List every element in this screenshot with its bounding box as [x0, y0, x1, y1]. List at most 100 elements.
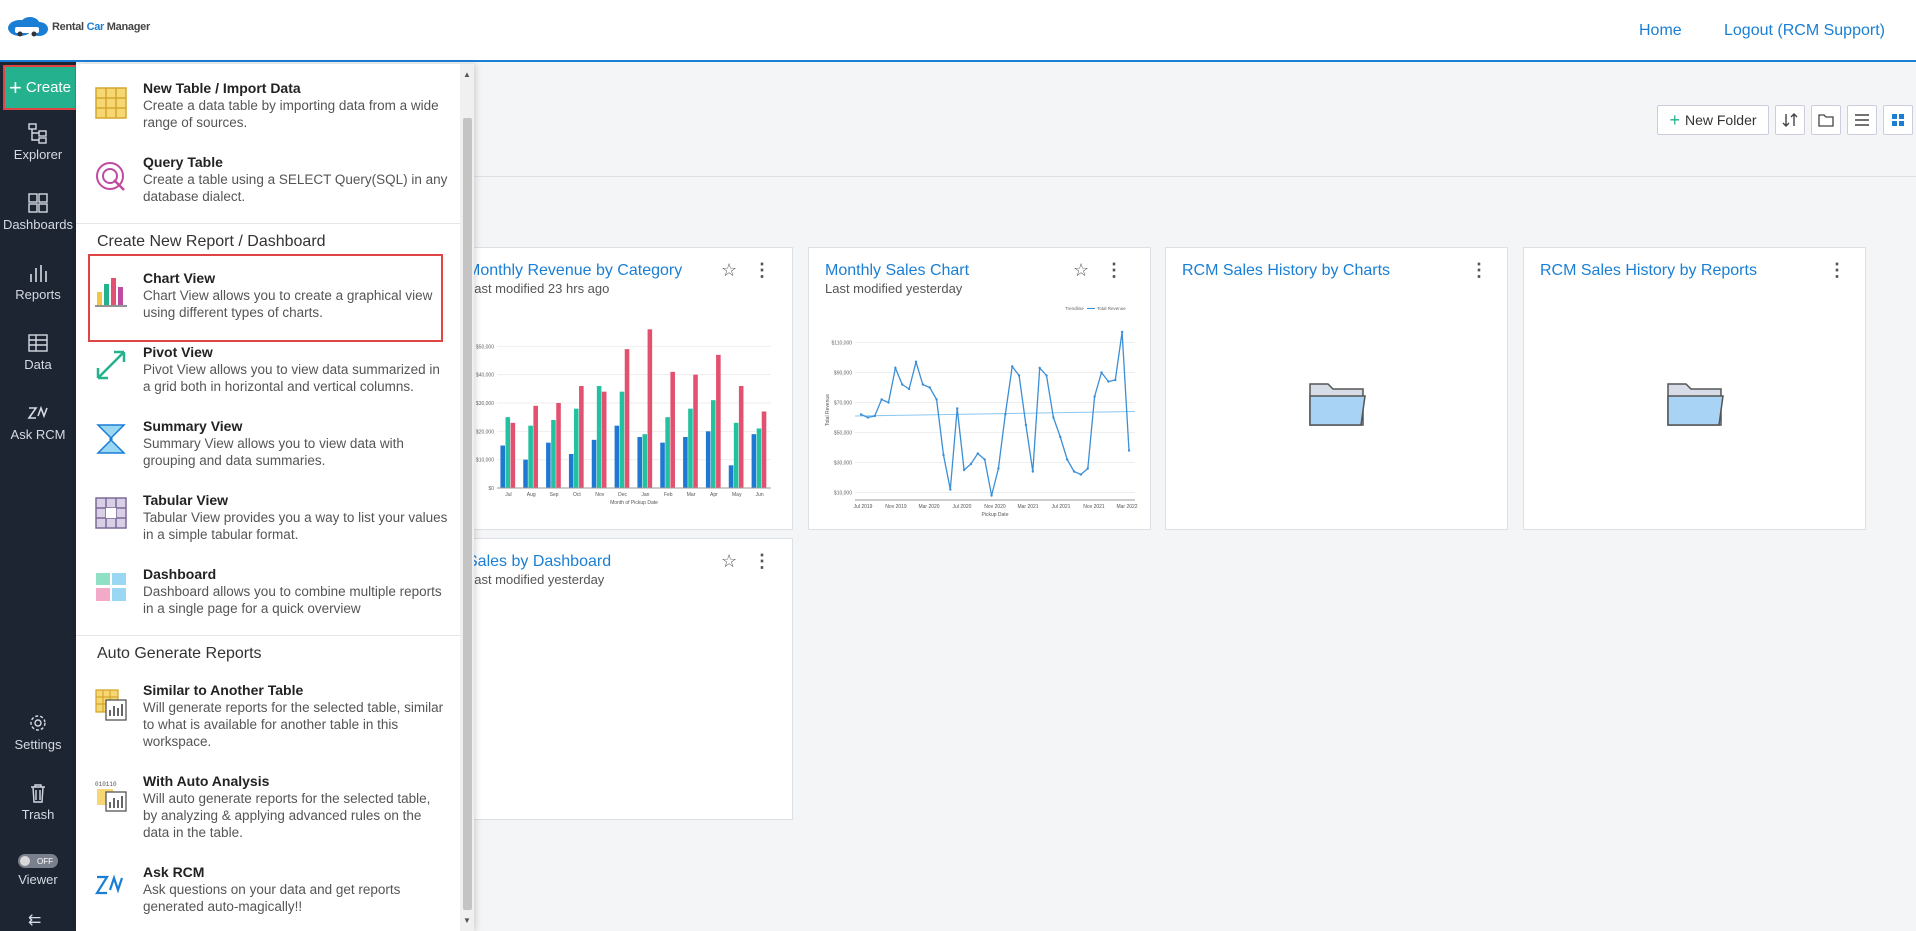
bar: [614, 425, 620, 488]
menu-item-dashboard[interactable]: Dashboard Dashboard allows you to combine…: [76, 566, 460, 626]
sidebar-item-reports[interactable]: Reports: [0, 262, 76, 302]
data-point: [1031, 470, 1034, 473]
folder-view-button[interactable]: [1811, 105, 1841, 135]
data-point: [859, 413, 863, 416]
menu-item-tabular-view[interactable]: Tabular View Tabular View provides you a …: [76, 492, 460, 552]
data-point: [956, 407, 959, 410]
data-point: [983, 458, 986, 461]
dashboard-card[interactable]: Sales by Dashboard Last modified yesterd…: [450, 538, 793, 820]
sidebar-item-data[interactable]: Data: [0, 332, 76, 372]
main-toolbar: + New Folder: [1657, 105, 1913, 135]
bar: [761, 411, 767, 488]
report-card[interactable]: Monthly Sales Chart Last modified yester…: [808, 247, 1151, 530]
bar: [751, 434, 757, 488]
bar: [619, 391, 625, 488]
card-title[interactable]: Monthly Revenue by Category: [467, 262, 682, 280]
menu-item-new-table[interactable]: New Table / Import Data Create a data tab…: [76, 80, 460, 140]
x-tick-label: Jun: [756, 492, 764, 498]
menu-item-chart-view[interactable]: Chart View Chart View allows you to creat…: [76, 270, 460, 332]
more-options-icon[interactable]: ⋮: [1828, 260, 1846, 281]
sidebar-item-settings[interactable]: Settings: [0, 712, 76, 752]
report-card[interactable]: Monthly Revenue by Category Last modifie…: [450, 247, 793, 530]
bar: [573, 408, 579, 488]
menu-item-summary-view[interactable]: Summary View Summary View allows you to v…: [76, 418, 460, 478]
new-folder-button[interactable]: + New Folder: [1657, 105, 1769, 135]
plus-icon: +: [9, 74, 22, 100]
content-divider: [460, 176, 1916, 177]
star-icon[interactable]: ☆: [721, 260, 737, 281]
viewer-toggle-group: OFF Viewer: [0, 854, 76, 887]
menu-item-auto-analysis[interactable]: 010110 With Auto Analysis Will auto gener…: [76, 773, 460, 849]
bar: [688, 408, 693, 488]
data-point: [914, 360, 918, 364]
viewer-toggle[interactable]: OFF: [18, 854, 58, 868]
legend-entry: Total Revenue: [1097, 306, 1126, 311]
menu-item-desc: Pivot View allows you to view data summa…: [143, 362, 440, 394]
menu-item-title: Chart View: [143, 270, 216, 286]
scroll-up-icon[interactable]: ▲: [463, 70, 471, 79]
more-options-icon[interactable]: ⋮: [1105, 260, 1123, 281]
grid-icon: [1892, 114, 1904, 126]
line-chart: $10,000 $30,000 $50,000 $70,000 $90,000 $110,…: [825, 306, 1138, 518]
logo-text: Rental Car Manager: [52, 21, 150, 33]
menu-item-similar-table[interactable]: Similar to Another Table Will generate re…: [76, 682, 460, 758]
create-button[interactable]: + Create: [3, 65, 77, 110]
menu-item-desc: Create a table using a SELECT Query(SQL)…: [143, 172, 448, 204]
data-point: [866, 416, 870, 419]
x-tick-label: Nov 2021: [1083, 504, 1105, 510]
data-point: [1024, 423, 1028, 427]
panel-divider: [76, 635, 460, 636]
x-tick-label: Aug: [527, 492, 536, 498]
sidebar-item-dashboards[interactable]: Dashboards: [0, 192, 76, 232]
folder-card[interactable]: RCM Sales History by Charts ⋮: [1165, 247, 1508, 530]
menu-item-desc: Chart View allows you to create a graphi…: [143, 288, 433, 320]
data-point: [901, 383, 904, 386]
bar: [660, 442, 665, 488]
list-view-button[interactable]: [1847, 105, 1877, 135]
bar: [728, 465, 734, 488]
menu-item-query-table[interactable]: Query Table Create a table using a SELECT…: [76, 154, 460, 214]
folder-icon: [1666, 383, 1724, 426]
car-cloud-icon: [8, 17, 48, 37]
scroll-down-icon[interactable]: ▼: [463, 916, 471, 925]
card-title[interactable]: RCM Sales History by Reports: [1540, 262, 1757, 280]
folder-card[interactable]: RCM Sales History by Reports ⋮: [1523, 247, 1866, 530]
scrollbar-thumb[interactable]: [463, 118, 472, 910]
table-icon: [28, 334, 48, 352]
x-tick-label: Nov 2019: [885, 504, 907, 510]
sidebar-item-trash[interactable]: Trash: [0, 782, 76, 822]
star-icon[interactable]: ☆: [721, 551, 737, 572]
create-label: Create: [25, 79, 71, 96]
app-logo[interactable]: Rental Car Manager: [6, 16, 150, 38]
panel-scrollbar[interactable]: ▲ ▼: [460, 64, 474, 931]
logout-link[interactable]: Logout (RCM Support): [1724, 22, 1885, 40]
x-tick-label: May: [732, 492, 742, 498]
sidebar-item-label: Reports: [15, 287, 61, 302]
card-title[interactable]: Sales by Dashboard: [467, 553, 611, 571]
collapse-sidebar-icon[interactable]: ⇇: [28, 910, 41, 930]
sort-button[interactable]: [1775, 105, 1805, 135]
left-sidebar: + Create Explorer Dashboards Reports Dat…: [0, 62, 77, 931]
menu-item-ask-rcm[interactable]: Ask RCM Ask questions on your data and ge…: [76, 864, 460, 924]
trash-icon: [31, 784, 45, 803]
bar: [705, 431, 711, 488]
y-tick-label: $40,000: [476, 373, 494, 379]
home-link[interactable]: Home: [1639, 22, 1682, 40]
grid-view-button[interactable]: [1883, 105, 1913, 135]
sidebar-item-label: Trash: [21, 807, 55, 822]
more-options-icon[interactable]: ⋮: [1470, 260, 1488, 281]
bar: [505, 417, 511, 488]
bar: [738, 386, 744, 488]
sidebar-item-ask-rcm[interactable]: Ask RCM: [0, 402, 76, 442]
x-tick-label: Jul 2019: [854, 504, 873, 510]
create-menu-panel: New Table / Import Data Create a data tab…: [76, 64, 474, 931]
more-options-icon[interactable]: ⋮: [753, 551, 771, 572]
sidebar-item-explorer[interactable]: Explorer: [0, 122, 76, 162]
sidebar-item-label: Viewer: [18, 872, 58, 887]
card-title[interactable]: Monthly Sales Chart: [825, 262, 969, 280]
menu-item-title: New Table / Import Data: [143, 80, 301, 96]
more-options-icon[interactable]: ⋮: [753, 260, 771, 281]
card-title[interactable]: RCM Sales History by Charts: [1182, 262, 1390, 280]
menu-item-pivot-view[interactable]: Pivot View Pivot View allows you to view …: [76, 344, 460, 404]
star-icon[interactable]: ☆: [1073, 260, 1089, 281]
